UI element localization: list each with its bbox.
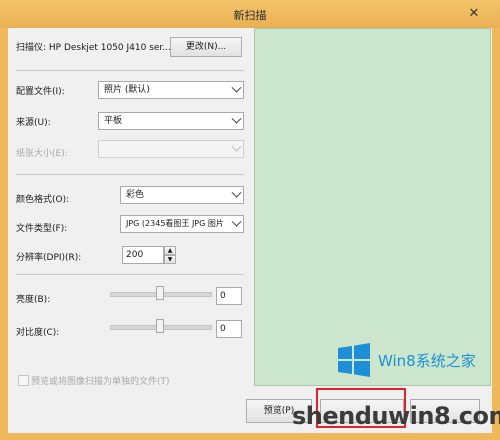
contrast-label: 对比度(C): [16, 328, 60, 338]
preview-area [254, 28, 491, 386]
contrast-slider-thumb[interactable] [156, 319, 164, 333]
file-type-value: JPG (2345看图王 JPG 图片 [126, 219, 224, 228]
contrast-input[interactable]: 0 [216, 320, 242, 338]
windows-logo-icon [336, 342, 372, 378]
chevron-down-icon [231, 141, 242, 152]
watermark-logo-text: Win8系统之家 [378, 352, 476, 370]
divider [16, 70, 244, 71]
brightness-slider-thumb[interactable] [156, 286, 164, 300]
chevron-down-icon [231, 82, 242, 93]
chevron-down-icon [231, 216, 242, 227]
chevron-down-icon [231, 113, 242, 124]
separate-files-checkbox[interactable] [18, 375, 29, 386]
profile-select[interactable]: 照片 (默认) [98, 81, 244, 99]
paper-size-select [98, 140, 244, 158]
profile-value: 照片 (默认) [104, 85, 150, 95]
brightness-label: 亮度(B): [16, 295, 51, 305]
file-type-label: 文件类型(F): [16, 224, 68, 234]
profile-label: 配置文件(I): [16, 87, 65, 97]
separate-files-label: 预览或将图像扫描为单独的文件(T) [31, 377, 170, 387]
color-format-select[interactable]: 彩色 [120, 186, 244, 204]
file-type-select[interactable]: JPG (2345看图王 JPG 图片 [120, 215, 244, 233]
color-format-label: 颜色格式(O): [16, 195, 70, 205]
resolution-input[interactable]: 200 [122, 246, 164, 264]
color-format-value: 彩色 [126, 190, 145, 200]
window-title: 新扫描 [233, 9, 267, 22]
watermark-site-text: shenduwin8.com [292, 402, 500, 430]
resolution-label: 分辨率(DPI)(R): [16, 253, 82, 263]
change-scanner-button[interactable]: 更改(N)... [170, 37, 242, 57]
scanner-label: 扫描仪: HP Deskjet 1050 J410 ser... [16, 43, 171, 53]
divider [16, 274, 244, 275]
title-bar: 新扫描 ✕ [0, 0, 500, 28]
caret-down-icon: ▼ [167, 256, 173, 263]
resolution-down-button[interactable]: ▼ [164, 255, 176, 264]
chevron-down-icon [231, 187, 242, 198]
resolution-up-button[interactable]: ▲ [164, 246, 176, 255]
brightness-input[interactable]: 0 [216, 287, 242, 305]
close-button[interactable]: ✕ [462, 4, 486, 24]
source-label: 来源(U): [16, 118, 51, 128]
close-icon: ✕ [468, 6, 480, 21]
paper-size-label: 纸张大小(E): [16, 149, 68, 159]
divider [16, 174, 244, 175]
source-value: 平板 [104, 116, 123, 126]
caret-up-icon: ▲ [167, 247, 173, 254]
source-select[interactable]: 平板 [98, 112, 244, 130]
